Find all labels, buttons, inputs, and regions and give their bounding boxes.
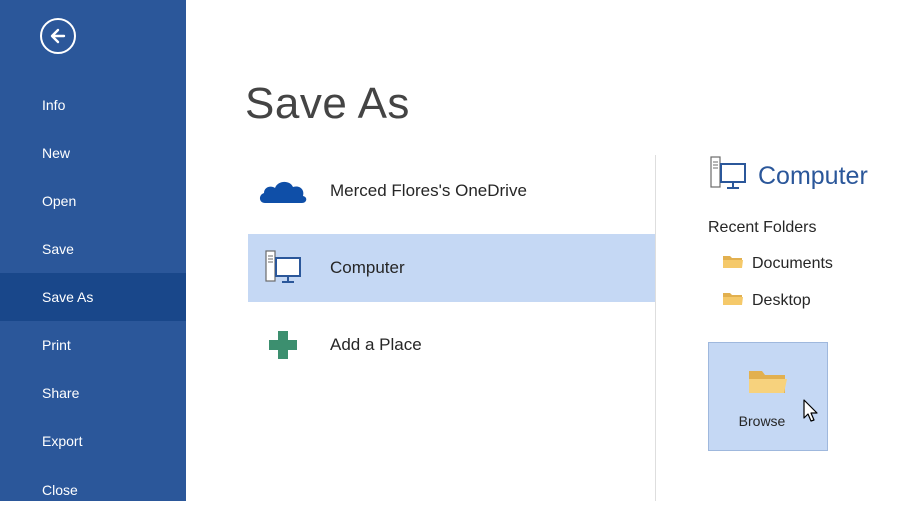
sidebar-item-new[interactable]: New: [0, 129, 186, 177]
sidebar-item-open[interactable]: Open: [0, 177, 186, 225]
sidebar-item-print[interactable]: Print: [0, 321, 186, 369]
mouse-pointer-icon: [803, 399, 819, 428]
recent-folder-desktop[interactable]: Desktop: [722, 290, 811, 311]
pane-divider: [655, 155, 656, 501]
place-label: Add a Place: [330, 335, 422, 354]
backstage-sidebar: Info New Open Save Save As Print Share E…: [0, 0, 186, 501]
folder-label: Desktop: [752, 291, 811, 309]
sidebar-item-save[interactable]: Save: [0, 225, 186, 273]
place-computer[interactable]: Computer: [248, 234, 655, 302]
folder-icon: [722, 253, 744, 274]
sidebar-item-info[interactable]: Info: [0, 81, 186, 129]
sidebar-item-save-as[interactable]: Save As: [0, 273, 186, 321]
right-pane-header: Computer: [708, 155, 868, 198]
folder-icon: [747, 367, 789, 400]
back-button[interactable]: [40, 18, 76, 54]
place-label: Computer: [330, 258, 405, 277]
browse-button[interactable]: Browse: [708, 342, 828, 451]
folder-label: Documents: [752, 254, 833, 272]
right-pane-title: Computer: [758, 162, 868, 190]
page-title: Save As: [245, 79, 410, 128]
onedrive-cloud-icon: [256, 171, 310, 211]
recent-folders-label: Recent Folders: [708, 219, 817, 236]
sidebar-item-export[interactable]: Export: [0, 417, 186, 465]
folder-icon: [722, 290, 744, 311]
sidebar-item-close[interactable]: Close: [0, 466, 186, 514]
sidebar-item-share[interactable]: Share: [0, 369, 186, 417]
back-arrow-icon: [50, 28, 66, 44]
computer-icon: [708, 155, 748, 198]
place-onedrive[interactable]: Merced Flores's OneDrive: [248, 157, 655, 225]
computer-icon: [256, 248, 310, 288]
plus-icon: [256, 325, 310, 365]
place-label: Merced Flores's OneDrive: [330, 181, 527, 200]
place-add[interactable]: Add a Place: [248, 311, 655, 379]
recent-folder-documents[interactable]: Documents: [722, 253, 833, 274]
